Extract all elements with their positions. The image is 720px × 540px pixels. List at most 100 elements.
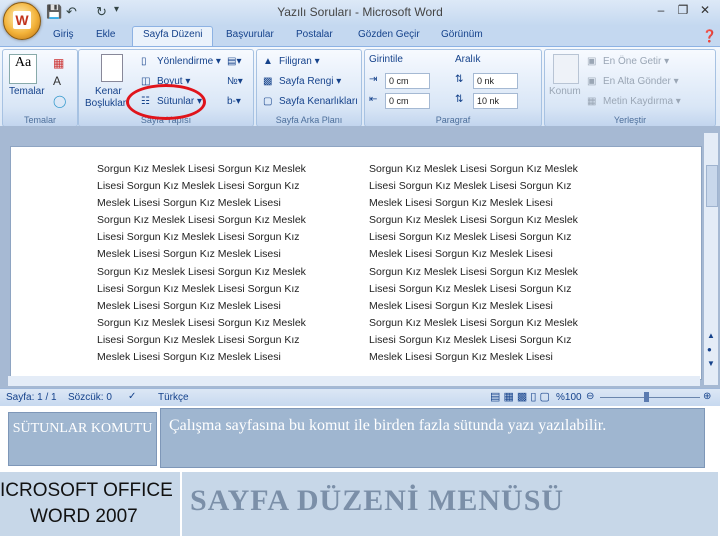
text-line: Sorgun Kız Meslek Lisesi Sorgun Kız Mesl… bbox=[369, 316, 578, 329]
text-line: Sorgun Kız Meslek Lisesi Sorgun Kız Mesl… bbox=[97, 265, 306, 278]
undo-icon[interactable]: ↶ bbox=[66, 4, 77, 20]
minimize-icon[interactable]: – bbox=[650, 3, 672, 19]
text-line: Meslek Lisesi Sorgun Kız Meslek Lisesi bbox=[369, 351, 553, 364]
text-line: Meslek Lisesi Sorgun Kız Meslek Lisesi bbox=[369, 248, 553, 261]
theme-fonts-icon[interactable]: A bbox=[53, 74, 61, 88]
group-yerlestir: Konum ▣ En Öne Getir ▾ ▣ En Alta Gönder ▾ … bbox=[544, 49, 716, 127]
window-title: Yazılı Soruları - Microsoft Word bbox=[277, 5, 443, 19]
watermark-button[interactable]: ▲ Filigran ▾ bbox=[263, 56, 320, 67]
word-count[interactable]: Sözcük: 0 bbox=[68, 392, 112, 403]
position-button[interactable]: Konum bbox=[549, 86, 581, 97]
next-page-icon[interactable]: ▼ bbox=[707, 359, 715, 368]
text-line: Lisesi Sorgun Kız Meslek Lisesi Sorgun K… bbox=[369, 231, 572, 244]
text-line: Lisesi Sorgun Kız Meslek Lisesi Sorgun K… bbox=[97, 282, 300, 295]
menu-title: SAYFA DÜZENİ MENÜSÜ bbox=[190, 484, 565, 517]
qat-customize-icon[interactable]: ▾ bbox=[114, 4, 119, 15]
word-logo-icon: W bbox=[13, 11, 31, 29]
tab-gozden-gecir[interactable]: Gözden Geçir bbox=[358, 29, 420, 40]
margins-button-line2[interactable]: Boşlukları bbox=[85, 98, 129, 109]
text-wrap-button[interactable]: ▦ Metin Kaydırma ▾ bbox=[587, 96, 681, 107]
product-line1: ICROSOFT OFFICE bbox=[0, 480, 173, 501]
description-text: Çalışma sayfasına bu komut ile birden fa… bbox=[169, 417, 607, 434]
zoom-slider[interactable] bbox=[600, 397, 700, 398]
group-label: Sayfa Arka Planı bbox=[275, 115, 343, 125]
text-line: Meslek Lisesi Sorgun Kız Meslek Lisesi bbox=[97, 248, 281, 261]
text-line: Sorgun Kız Meslek Lisesi Sorgun Kız Mesl… bbox=[97, 214, 306, 227]
zoom-slider-thumb[interactable] bbox=[644, 392, 649, 402]
restore-icon[interactable]: ❐ bbox=[672, 3, 694, 19]
page-count[interactable]: Sayfa: 1 / 1 bbox=[6, 392, 57, 403]
document-page[interactable]: Sorgun Kız Meslek Lisesi Sorgun Kız Mesl… bbox=[10, 146, 702, 380]
ribbon-tabs: Giriş Ekle Sayfa Düzeni Başvurular Posta… bbox=[0, 26, 720, 49]
send-back-label: En Alta Gönder bbox=[603, 76, 671, 88]
watermark-label: Filigran bbox=[279, 56, 312, 68]
themes-icon[interactable]: Aa bbox=[9, 54, 37, 84]
group-temalar: Aa Temalar ▦ A ◯ Temalar bbox=[2, 49, 78, 127]
indent-right-input[interactable]: 0 cm bbox=[385, 93, 430, 109]
orientation-button[interactable]: ▯ Yönlendirme ▾ bbox=[141, 56, 221, 67]
text-line: Meslek Lisesi Sorgun Kız Meslek Lisesi bbox=[369, 299, 553, 312]
indent-left-input[interactable]: 0 cm bbox=[385, 73, 430, 89]
text-line: Lisesi Sorgun Kız Meslek Lisesi Sorgun K… bbox=[369, 180, 572, 193]
text-line: Meslek Lisesi Sorgun Kız Meslek Lisesi bbox=[369, 197, 553, 210]
title-bar: Yazılı Soruları - Microsoft Word 💾 ↶ ↻ ▾… bbox=[0, 0, 720, 27]
zoom-in-icon[interactable]: ⊕ bbox=[703, 391, 711, 402]
caption-box: SÜTUNLAR KOMUTU bbox=[8, 412, 157, 466]
text-wrap-icon: ▦ bbox=[587, 96, 597, 107]
theme-effects-icon[interactable]: ◯ bbox=[53, 94, 66, 108]
page-borders-icon: ▢ bbox=[263, 96, 273, 107]
page-borders-button[interactable]: ▢ Sayfa Kenarlıkları bbox=[263, 96, 358, 107]
zoom-level[interactable]: %100 bbox=[556, 392, 582, 403]
tab-ekle[interactable]: Ekle bbox=[96, 29, 115, 40]
margins-icon[interactable] bbox=[101, 54, 123, 82]
product-box: ICROSOFT OFFICE WORD 2007 bbox=[0, 472, 180, 536]
watermark-icon: ▲ bbox=[263, 56, 273, 67]
text-line: Sorgun Kız Meslek Lisesi Sorgun Kız Mesl… bbox=[97, 316, 306, 329]
page-color-button[interactable]: ▩ Sayfa Rengi ▾ bbox=[263, 76, 341, 87]
proofing-icon[interactable]: ✓ bbox=[128, 391, 136, 402]
close-icon[interactable]: ✕ bbox=[694, 3, 716, 19]
scroll-thumb[interactable] bbox=[706, 165, 718, 207]
bring-front-label: En Öne Getir bbox=[603, 56, 662, 68]
position-icon[interactable] bbox=[553, 54, 579, 84]
breaks-icon[interactable]: ▤▾ bbox=[227, 56, 241, 67]
theme-colors-icon[interactable]: ▦ bbox=[53, 56, 64, 70]
text-line: Meslek Lisesi Sorgun Kız Meslek Lisesi bbox=[97, 299, 281, 312]
hyphenation-icon[interactable]: b‐▾ bbox=[227, 96, 241, 107]
browse-object-icon[interactable]: ● bbox=[707, 345, 712, 354]
zoom-out-icon[interactable]: ⊖ bbox=[586, 391, 594, 402]
product-line2: WORD 2007 bbox=[30, 506, 138, 527]
send-back-button[interactable]: ▣ En Alta Gönder ▾ bbox=[587, 76, 679, 87]
bring-front-button[interactable]: ▣ En Öne Getir ▾ bbox=[587, 56, 669, 67]
help-icon[interactable]: ❓ bbox=[702, 29, 717, 43]
vertical-scrollbar[interactable]: ▲ ● ▼ bbox=[703, 133, 718, 385]
spacing-before-input[interactable]: 0 nk bbox=[473, 73, 518, 89]
prev-page-icon[interactable]: ▲ bbox=[707, 331, 715, 340]
text-line: Lisesi Sorgun Kız Meslek Lisesi Sorgun K… bbox=[369, 333, 572, 346]
page-borders-label: Sayfa Kenarlıkları bbox=[279, 96, 358, 108]
view-buttons-icon[interactable]: ▤ ▦ ▩ ▯ ▢ bbox=[490, 390, 550, 403]
text-line: Lisesi Sorgun Kız Meslek Lisesi Sorgun K… bbox=[97, 333, 300, 346]
save-icon[interactable]: 💾 bbox=[46, 4, 62, 20]
description-box: Çalışma sayfasına bu komut ile birden fa… bbox=[160, 408, 705, 468]
tab-giris[interactable]: Giriş bbox=[53, 29, 74, 40]
spacing-before-icon: ⇅ bbox=[455, 74, 464, 85]
redo-icon[interactable]: ↻ bbox=[96, 4, 107, 20]
spacing-after-input[interactable]: 10 nk bbox=[473, 93, 518, 109]
tab-basvurular[interactable]: Başvurular bbox=[226, 29, 274, 40]
tab-gorunum[interactable]: Görünüm bbox=[441, 29, 483, 40]
indent-heading: Girintile bbox=[369, 54, 403, 65]
tab-postalar[interactable]: Postalar bbox=[296, 29, 333, 40]
office-button[interactable]: W bbox=[3, 2, 41, 40]
spacing-after-icon: ⇅ bbox=[455, 94, 464, 105]
text-line: Sorgun Kız Meslek Lisesi Sorgun Kız Mesl… bbox=[369, 265, 578, 278]
language[interactable]: Türkçe bbox=[158, 392, 189, 403]
themes-button[interactable]: Temalar bbox=[9, 86, 45, 97]
line-numbers-icon[interactable]: №▾ bbox=[227, 76, 243, 87]
text-line: Meslek Lisesi Sorgun Kız Meslek Lisesi bbox=[97, 351, 281, 364]
highlight-circle bbox=[126, 84, 206, 120]
spacing-heading: Aralık bbox=[455, 54, 481, 65]
margins-button[interactable]: Kenar bbox=[95, 86, 122, 97]
horizontal-scrollbar[interactable] bbox=[8, 376, 700, 386]
text-column-2: Sorgun Kız Meslek Lisesi Sorgun Kız Mesl… bbox=[369, 161, 578, 366]
